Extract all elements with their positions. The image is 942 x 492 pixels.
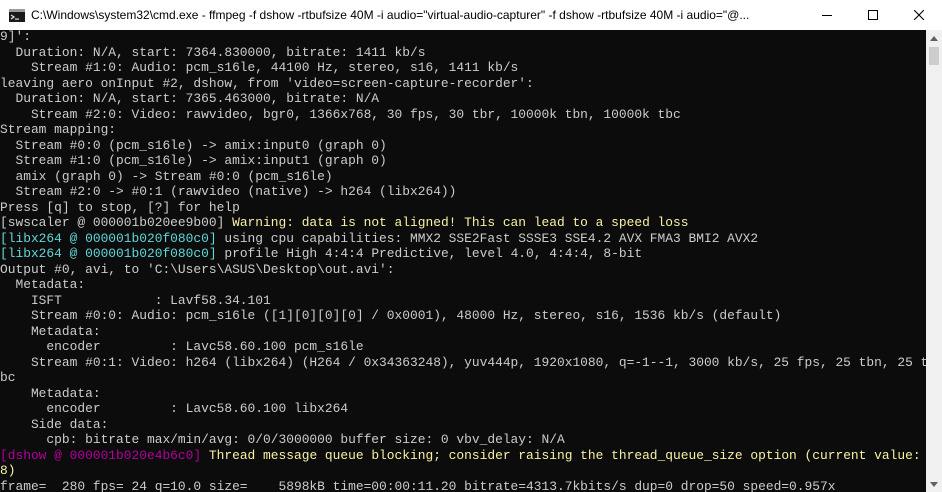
console-text-segment: Stream #0:0 (pcm_s16le) -> amix:input0 (… — [0, 137, 387, 153]
console-line: Stream #1:0 (pcm_s16le) -> amix:input1 (… — [0, 153, 387, 169]
console-text-segment: encoder : Lavc58.60.100 pcm_s16le — [0, 339, 364, 354]
console-line: Metadata: — [0, 324, 101, 340]
console-text-segment: Stream #2:0 -> #0:1 (rawvideo (native) -… — [0, 184, 457, 199]
console-line: [libx264 @ 000001b020f080c0] using cpu c… — [0, 231, 758, 247]
console-text-segment: 9]': — [0, 30, 31, 44]
window-title: C:\Windows\system32\cmd.exe - ffmpeg -f … — [31, 8, 750, 22]
console-text-segment: 8) — [0, 463, 16, 478]
console-line: Metadata: — [0, 386, 101, 402]
console-text-segment: profile High 4:4:4 Predictive, level 4.0… — [224, 246, 643, 261]
console-text-segment: Side data: — [0, 416, 109, 432]
console-text-segment: ISFT : Lavf58.34.101 — [0, 292, 271, 308]
maximize-button[interactable] — [850, 0, 896, 30]
console-line: cpb: bitrate max/min/avg: 0/0/3000000 bu… — [0, 432, 565, 448]
console-line: ISFT : Lavf58.34.101 — [0, 293, 271, 309]
vertical-scrollbar[interactable] — [926, 30, 942, 492]
console-text-segment: Stream #2:0: Video: rawvideo, bgr0, 1366… — [0, 106, 681, 122]
window-controls — [804, 0, 942, 30]
console-line: [swscaler @ 000001b020ee9b00] Warning: d… — [0, 215, 688, 231]
console-line: 8) — [0, 463, 15, 479]
close-button[interactable] — [896, 0, 942, 30]
console-text-segment: [libx264 @ 000001b020f080c0] — [0, 246, 225, 261]
console-text-segment: frame= 280 fps= 24 q=10.0 size= 5898kB t… — [0, 478, 836, 492]
console-line: Stream #0:0: Audio: pcm_s16le ([1][0][0]… — [0, 308, 781, 324]
console-line: [libx264 @ 000001b020f080c0] profile Hig… — [0, 246, 642, 262]
console-text-segment: Metadata: — [0, 385, 101, 401]
scroll-up-arrow-icon — [930, 35, 938, 41]
console-text-segment: Stream #0:0: Audio: pcm_s16le ([1][0][0]… — [0, 308, 782, 323]
console-line: Stream #2:0: Video: rawvideo, bgr0, 1366… — [0, 107, 681, 123]
console-text-segment: leaving aero onInput #2, dshow, from 'vi… — [0, 75, 534, 91]
console-text-segment: Stream #0:1: Video: h264 (libx264) (H264… — [0, 354, 926, 370]
console-text-segment: amix (graph 0) -> Stream #0:0 (pcm_s16le… — [0, 168, 333, 184]
scroll-down-button[interactable] — [926, 476, 942, 492]
console-line: Stream mapping: — [0, 122, 116, 138]
console-line: Duration: N/A, start: 7365.463000, bitra… — [0, 91, 379, 107]
scroll-down-arrow-icon — [930, 481, 938, 487]
console-line: frame= 280 fps= 24 q=10.0 size= 5898kB t… — [0, 479, 835, 492]
console-line: encoder : Lavc58.60.100 libx264 — [0, 401, 348, 417]
console-line: Stream #0:0 (pcm_s16le) -> amix:input0 (… — [0, 137, 387, 154]
console-line: Stream #2:0 -> #0:1 (rawvideo (native) -… — [0, 184, 456, 200]
console-text-segment: Warning: data is not aligned! This can l… — [232, 215, 689, 230]
console-line: Press [q] to stop, [?] for help — [0, 200, 240, 216]
console-line: Stream #1:0: Audio: pcm_s16le, 44100 Hz,… — [0, 60, 518, 76]
console-line: Stream #0:1: Video: h264 (libx264) (H264… — [0, 355, 926, 371]
console-text-segment: bc — [0, 370, 16, 385]
console-text-segment: [swscaler @ 000001b020ee9b00] — [0, 215, 233, 230]
minimize-button[interactable] — [804, 0, 850, 30]
console-text-segment: Thread message queue blocking; consider … — [208, 447, 921, 463]
cmd-window: C:\Windows\system32\cmd.exe - ffmpeg -f … — [0, 0, 942, 492]
console-output[interactable]: 9]': Duration: N/A, start: 7364.830000, … — [0, 30, 926, 492]
console-text-segment: Duration: N/A, start: 7364.830000, bitra… — [0, 44, 426, 60]
console-text-segment: using cpu capabilities: MMX2 SSE2Fast SS… — [224, 230, 759, 246]
cmd-icon — [9, 8, 25, 22]
maximize-icon — [868, 10, 878, 20]
console-text-segment: Metadata: — [0, 277, 86, 292]
close-icon — [914, 10, 924, 20]
console-line: amix (graph 0) -> Stream #0:0 (pcm_s16le… — [0, 168, 333, 185]
console-line: Duration: N/A, start: 7364.830000, bitra… — [0, 45, 425, 61]
console-line: bc — [0, 370, 15, 386]
console-line: [dshow @ 000001b020e4b6c0] Thread messag… — [0, 448, 921, 464]
console-text-segment: [libx264 @ 000001b020f080c0] — [0, 230, 225, 246]
console-line: Output #0, avi, to 'C:\Users\ASUS\Deskto… — [0, 262, 395, 278]
console-text-segment: Metadata: — [0, 323, 101, 339]
console-text-segment: Press [q] to stop, [?] for help — [0, 199, 240, 215]
console-text-segment: encoder : Lavc58.60.100 libx264 — [0, 401, 349, 416]
console-text-segment: [dshow @ 000001b020e4b6c0] — [0, 447, 209, 463]
minimize-icon — [822, 15, 832, 16]
console-text-segment: Duration: N/A, start: 7365.463000, bitra… — [0, 91, 380, 106]
title-bar[interactable]: C:\Windows\system32\cmd.exe - ffmpeg -f … — [0, 0, 942, 30]
scrollbar-thumb[interactable] — [929, 47, 939, 65]
console-line: Metadata: — [0, 277, 85, 293]
console-line: leaving aero onInput #2, dshow, from 'vi… — [0, 76, 534, 92]
console-line: 9]': — [0, 30, 31, 45]
console-text-segment: Output #0, avi, to 'C:\Users\ASUS\Deskto… — [0, 261, 395, 277]
console-text-segment: Stream #1:0 (pcm_s16le) -> amix:input1 (… — [0, 153, 387, 168]
console-text-segment: Stream #1:0: Audio: pcm_s16le, 44100 Hz,… — [0, 60, 519, 75]
console-line: Side data: — [0, 417, 108, 433]
console-text-segment: cpb: bitrate max/min/avg: 0/0/3000000 bu… — [0, 432, 565, 447]
scroll-up-button[interactable] — [926, 30, 942, 46]
console-line: encoder : Lavc58.60.100 pcm_s16le — [0, 339, 364, 355]
console-text-segment: Stream mapping: — [0, 122, 117, 137]
